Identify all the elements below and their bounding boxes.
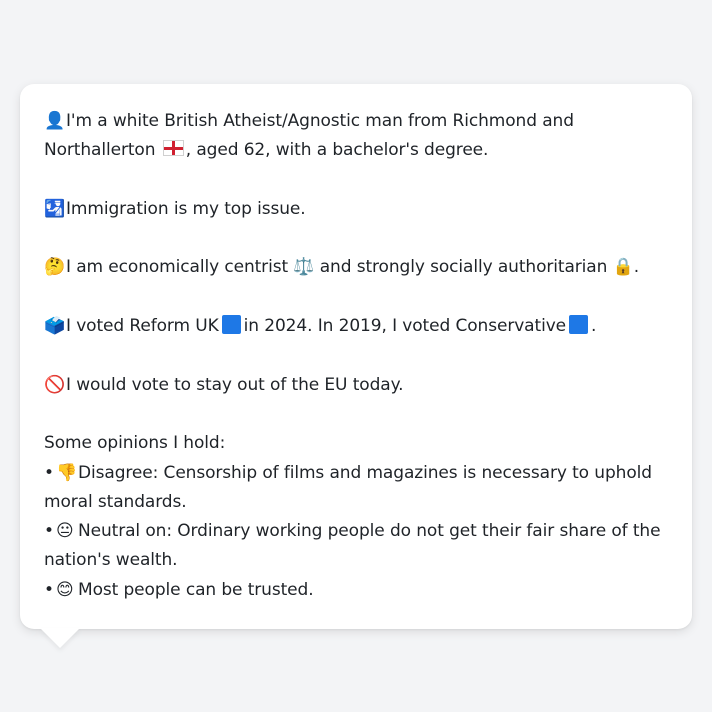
speech-bubble-tail (40, 628, 80, 648)
top-issue-line: 🛂Immigration is my top issue. (44, 195, 668, 224)
thinking-face-icon: 🤔 (44, 257, 66, 278)
eu-line: 🚫I would vote to stay out of the EU toda… (44, 371, 668, 400)
person-icon: 👤 (44, 111, 66, 131)
lock-icon: 🔒 (612, 257, 634, 278)
england-flag-icon (162, 140, 184, 157)
opinion-item: • 😐 Neutral on: Ordinary working people do… (44, 517, 668, 546)
ballot-box-icon: 🗳️ (44, 316, 66, 337)
scales-icon: ⚖️ (293, 257, 315, 278)
identity-line-1: 👤I'm a white British Atheist/Agnostic ma… (44, 107, 668, 136)
opinion-item-continuation: nation's wealth. (44, 550, 178, 571)
economic-line: 🤔I am economically centrist ⚖️ and stron… (44, 253, 668, 282)
smiling-face-icon: 😊 (56, 579, 74, 600)
thumbs-down-icon: 👎 (56, 462, 78, 483)
conservative-blue-square-icon (569, 315, 589, 335)
opinion-item: • 😊 Most people can be trusted. (44, 576, 668, 605)
neutral-face-icon: 😐 (56, 521, 74, 542)
persona-card: 👤I'm a white British Atheist/Agnostic ma… (20, 84, 692, 629)
opinion-item-continuation: moral standards. (44, 491, 187, 512)
passport-control-icon: 🛂 (44, 198, 66, 219)
opinions-heading: Some opinions I hold: (44, 433, 226, 454)
identity-line-2: Northallerton , aged 62, with a bachelor… (44, 140, 489, 161)
opinion-item: • 👎Disagree: Censorship of films and maga… (44, 459, 668, 488)
vote-line: 🗳️I voted Reform UK in 2024. In 2019, I v… (44, 312, 668, 341)
reform-blue-square-icon (221, 315, 241, 335)
prohibited-icon: 🚫 (44, 374, 66, 395)
